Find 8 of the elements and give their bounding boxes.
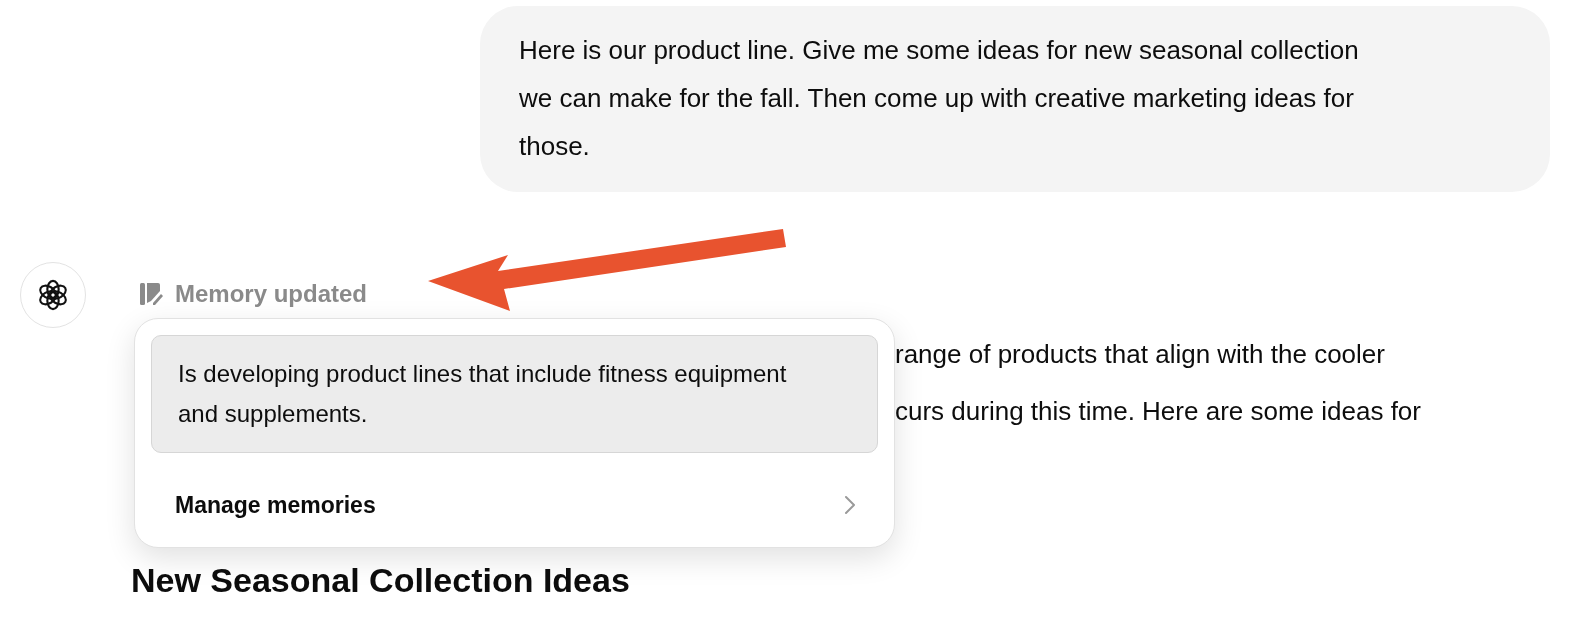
response-text: range of products that align with the cooler: [895, 338, 1386, 371]
response-text: curs during this time. Here are some ideas for: [895, 395, 1421, 428]
memory-item: Is developing product lines that include fitness equipment and supplements.: [151, 335, 878, 453]
notebook-pen-icon: [139, 281, 163, 307]
chevron-right-icon: [844, 495, 856, 515]
user-message: Here is our product line. Give me some ideas for new seasonal collection we can make for the fall. Then come up with creative marketing ideas for those.: [480, 6, 1550, 192]
section-heading: New Seasonal Collection Ideas: [131, 560, 631, 600]
manage-memories-item[interactable]: Manage memories: [151, 453, 878, 557]
